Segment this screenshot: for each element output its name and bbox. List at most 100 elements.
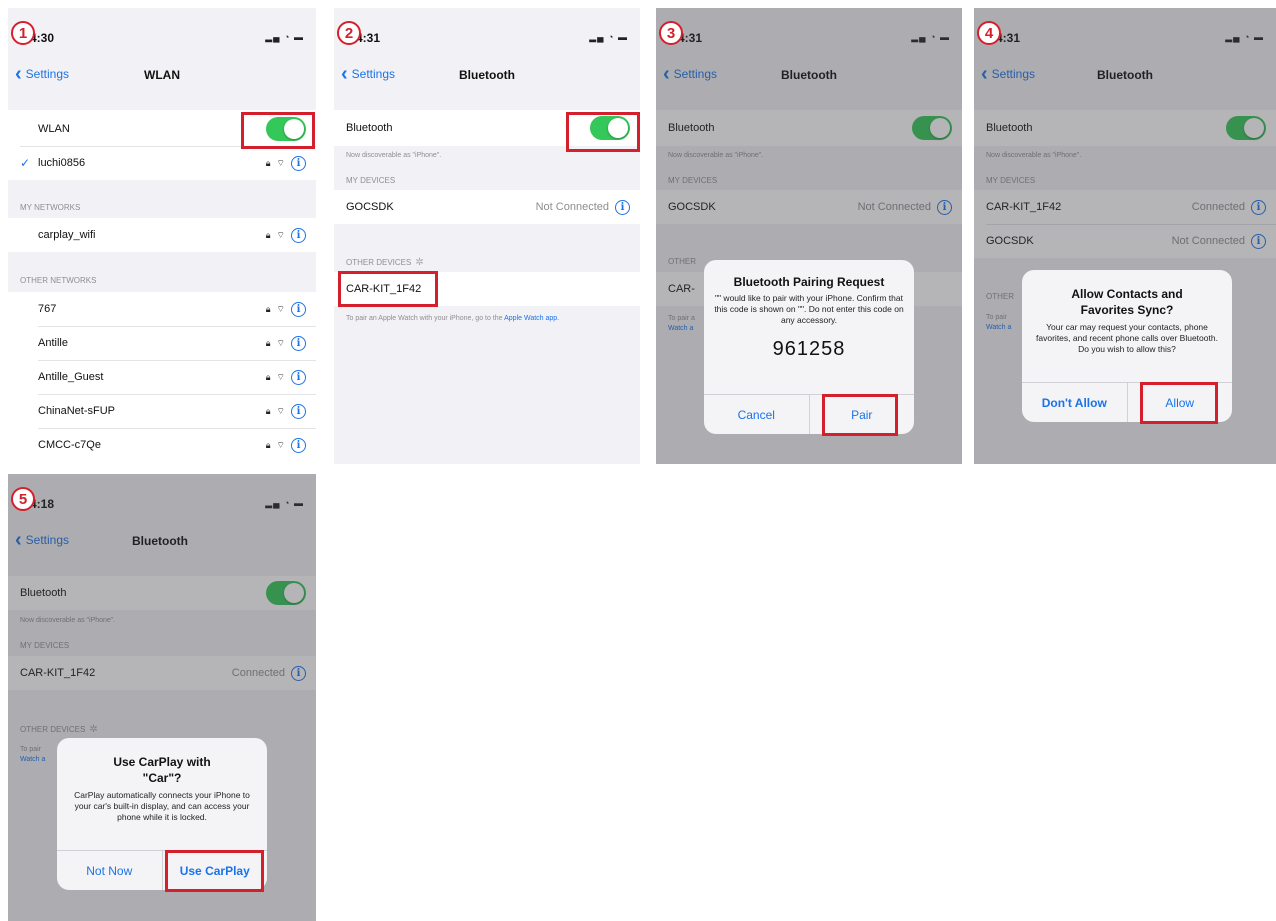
allow-button[interactable]: Allow (1126, 383, 1233, 422)
section-header: OTHER (986, 292, 1014, 301)
alert-message: "" would like to pair with your iPhone. … (714, 293, 904, 325)
info-circle-icon[interactable]: i (291, 155, 306, 171)
my-devices-group: GOCSDK Not Connected i (656, 190, 962, 224)
lock-icon: 🔒︎ (265, 371, 271, 382)
wifi-icon: ⌔ (276, 303, 285, 314)
wlan-label: WLAN (38, 123, 70, 135)
apple-watch-link[interactable]: Watch a (668, 325, 693, 332)
network-row[interactable]: carplay_wifi 🔒︎ ⌔ i (8, 218, 316, 252)
device-row[interactable]: CAR-KIT_1F42 Connected i (974, 190, 1276, 224)
bluetooth-label: Bluetooth (346, 122, 393, 134)
network-row-connected[interactable]: ✓ luchi0856 🔒︎ ⌔ i (8, 146, 316, 180)
signal-wifi-battery-icon: ▂▄ ◔ ▬ (589, 32, 628, 42)
bluetooth-toggle-group: Bluetooth (8, 576, 316, 610)
device-status: Not Connected (857, 201, 931, 213)
bluetooth-toggle[interactable] (266, 581, 306, 605)
my-devices-group: CAR-KIT_1F42 Connected i (8, 656, 316, 690)
info-circle-icon[interactable]: i (291, 403, 306, 419)
step-badge: 3 (659, 21, 683, 45)
wifi-icon: ⌔ (276, 405, 285, 416)
discoverable-text: Now discoverable as "iPhone". (20, 617, 116, 624)
section-header: MY DEVICES (20, 641, 70, 650)
bluetooth-label: Bluetooth (20, 587, 67, 599)
contacts-sync-alert: Allow Contacts and Favorites Sync? Your … (1022, 270, 1232, 422)
nav-bar: ‹ Settings Bluetooth (8, 526, 316, 556)
wifi-icon: ⌔ (276, 439, 285, 450)
device-status: Not Connected (1171, 235, 1245, 247)
footnote-text: To pair an Apple Watch with your iPhone,… (346, 315, 503, 322)
my-devices-group: GOCSDK Not Connected i (334, 190, 640, 224)
network-row[interactable]: ChinaNet-sFUP 🔒︎ ⌔ i (8, 394, 316, 428)
pair-button[interactable]: Pair (808, 395, 915, 434)
cancel-button[interactable]: Cancel (704, 395, 809, 434)
other-devices-header: OTHER DEVICES (346, 258, 412, 267)
bluetooth-toggle[interactable] (912, 116, 952, 140)
lock-icon: 🔒︎ (265, 303, 271, 314)
info-circle-icon[interactable]: i (937, 199, 952, 215)
signal-wifi-battery-icon: ▂▄ ◔ ▬ (265, 498, 304, 508)
page-title: Bluetooth (459, 68, 515, 82)
device-row[interactable]: GOCSDK Not Connected i (656, 190, 962, 224)
apple-watch-link[interactable]: Apple Watch app. (504, 315, 559, 322)
screen-bluetooth: 4:31 ▂▄ ◔ ▬ 2 ‹ Settings Bluetooth Bluet… (334, 8, 640, 464)
apple-watch-link[interactable]: Watch a (20, 756, 45, 763)
device-name: CAR-KIT_1F42 (346, 283, 422, 295)
info-circle-icon[interactable]: i (291, 301, 306, 317)
discoverable-text: Now discoverable as "iPhone". (668, 152, 764, 159)
pairing-code: 961258 (772, 338, 846, 360)
carplay-alert: Use CarPlay with "Car"? CarPlay automati… (57, 738, 267, 890)
alert-title: Use CarPlay with "Car"? (113, 755, 211, 785)
section-header: OTHER DEVICES ✲ (20, 724, 98, 735)
section-header: OTHER (668, 257, 696, 266)
network-name: Antille (38, 337, 68, 349)
apple-watch-link[interactable]: Watch a (986, 324, 1011, 331)
alert-buttons: Don't Allow Allow (1022, 382, 1232, 422)
network-row[interactable]: Antille 🔒︎ ⌔ i (8, 326, 316, 360)
info-circle-icon[interactable]: i (1251, 233, 1266, 249)
status-bar: 4:18 ▂▄ ◔ ▬ (8, 474, 316, 511)
device-status: Not Connected (535, 201, 609, 213)
footnote-text: To pair (986, 314, 1008, 321)
screen-contacts-sync: 4:31 ▂▄ ◔ ▬ ‹ Settings Bluetooth Bluetoo… (974, 8, 1276, 464)
alert-message: CarPlay automatically connects your iPho… (74, 790, 250, 822)
section-header: MY DEVICES (346, 176, 396, 185)
lock-icon: 🔒︎ (265, 439, 271, 450)
info-circle-icon[interactable]: i (291, 335, 306, 351)
spinner-icon: ✲ (415, 257, 424, 268)
bluetooth-toggle-row: Bluetooth (334, 111, 640, 145)
use-carplay-button[interactable]: Use CarPlay (161, 851, 268, 890)
network-row[interactable]: Antille_Guest 🔒︎ ⌔ i (8, 360, 316, 394)
network-row[interactable]: 767 🔒︎ ⌔ i (8, 292, 316, 326)
dont-allow-button[interactable]: Don't Allow (1022, 383, 1127, 422)
page-title: WLAN (144, 68, 180, 82)
info-circle-icon[interactable]: i (615, 199, 630, 215)
device-row[interactable]: GOCSDK Not Connected i (334, 190, 640, 224)
status-bar: 4:30 ▂▄ ◔ ▬ (8, 8, 316, 45)
footnote-text: To pair (20, 746, 42, 753)
nav-bar: ‹ Settings WLAN (8, 60, 316, 90)
info-circle-icon[interactable]: i (291, 437, 306, 453)
screen-carplay: 4:18 ▂▄ ◔ ▬ ‹ Settings Bluetooth Bluetoo… (8, 474, 316, 921)
alert-title: Bluetooth Pairing Request (733, 275, 885, 289)
info-circle-icon[interactable]: i (1251, 199, 1266, 215)
wlan-toggle[interactable] (266, 117, 306, 141)
discoverable-text: Now discoverable as "iPhone". (346, 152, 442, 159)
chevron-left-icon: ‹ (15, 529, 22, 551)
device-row[interactable]: GOCSDK Not Connected i (974, 224, 1276, 258)
info-circle-icon[interactable]: i (291, 665, 306, 681)
not-now-button[interactable]: Not Now (57, 851, 162, 890)
wifi-icon: ⌔ (276, 337, 285, 348)
lock-icon: 🔒︎ (265, 337, 271, 348)
info-circle-icon[interactable]: i (291, 369, 306, 385)
alert-buttons: Cancel Pair (704, 394, 914, 434)
network-row[interactable]: CMCC-c7Qe 🔒︎ ⌔ i (8, 428, 316, 462)
my-networks-group: carplay_wifi 🔒︎ ⌔ i (8, 218, 316, 252)
device-row[interactable]: CAR-KIT_1F42 (334, 272, 640, 306)
device-row[interactable]: CAR-KIT_1F42 Connected i (8, 656, 316, 690)
step-badge: 2 (337, 21, 361, 45)
bluetooth-toggle[interactable] (590, 116, 630, 140)
device-name: GOCSDK (986, 235, 1034, 247)
info-circle-icon[interactable]: i (291, 227, 306, 243)
bluetooth-toggle[interactable] (1226, 116, 1266, 140)
back-button[interactable]: ‹ Settings (15, 529, 69, 551)
